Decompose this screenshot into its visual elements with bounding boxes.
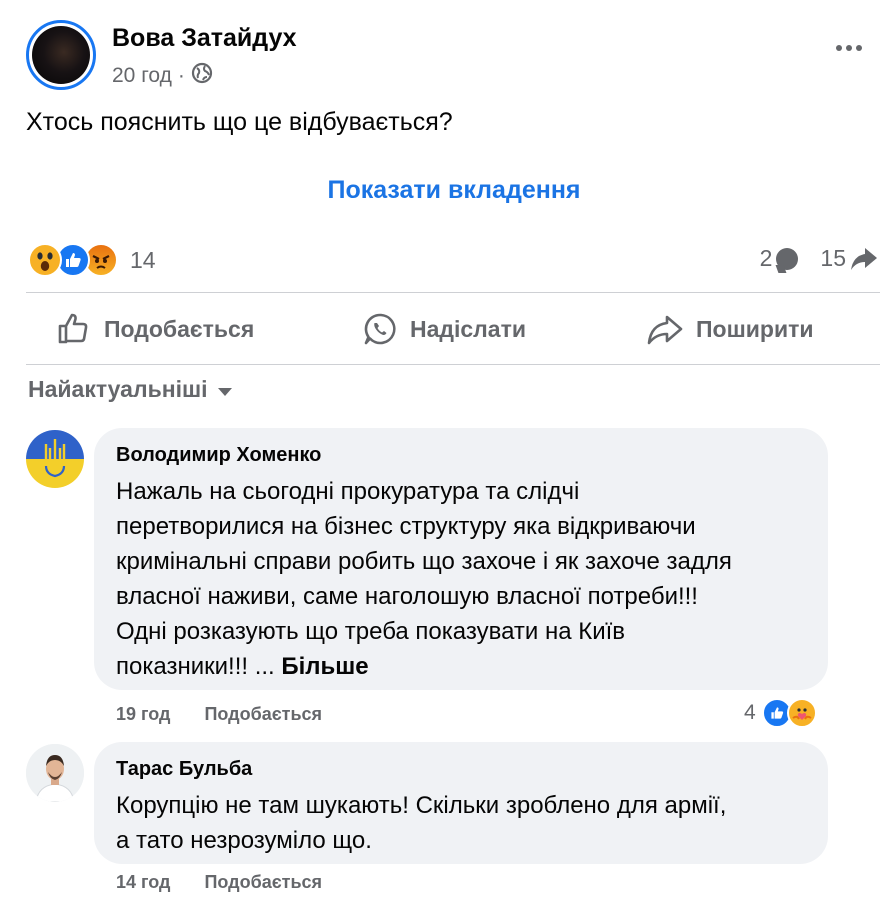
globe-icon — [191, 62, 213, 90]
comment-author[interactable]: Володимир Хоменко — [116, 444, 321, 467]
post-text: Хтось пояснить що це відбувається? — [26, 108, 453, 136]
care-icon — [786, 698, 817, 728]
like-label: Подобається — [104, 315, 255, 342]
divider — [26, 364, 880, 365]
comment-meta: 19 год Подобається — [116, 704, 322, 725]
post-meta: 20 год · — [112, 62, 213, 90]
share-label: Поширити — [696, 315, 814, 342]
caret-down-icon — [217, 387, 232, 396]
comment-line: а тато незрозуміло що. — [116, 827, 372, 854]
send-label: Надіслати — [410, 315, 526, 342]
comment-line: Корупцію не там шукають! Скільки зроблен… — [116, 792, 727, 819]
shares-count[interactable]: 15 — [820, 245, 846, 272]
meta-separator: · — [177, 64, 185, 87]
comment-sort-dropdown[interactable]: Найактуальніші — [28, 376, 232, 403]
divider — [26, 292, 880, 293]
reactions-summary[interactable]: 14 — [28, 243, 156, 277]
reactions-count: 14 — [130, 246, 156, 273]
wow-icon — [28, 243, 62, 277]
comment-author[interactable]: Тарас Бульба — [116, 758, 252, 781]
share-arrow-icon — [850, 246, 878, 272]
send-button[interactable]: Надіслати — [362, 308, 526, 350]
thumbs-up-icon — [56, 311, 92, 347]
comment-text: Корупцію не там шукають! Скільки зроблен… — [116, 788, 816, 858]
comment-line: кримінальні справи робить що захоче і як… — [116, 548, 732, 575]
comment-avatar[interactable] — [26, 744, 84, 802]
author-name[interactable]: Вова Затайдух — [112, 24, 297, 53]
like-button[interactable]: Подобається — [56, 308, 254, 350]
comment-like-button[interactable]: Подобається — [204, 704, 322, 725]
comment-line: показники!!! ... — [116, 653, 275, 680]
comment-line: Нажаль на сьогодні прокуратура та слідчі — [116, 478, 580, 505]
show-attachment-link[interactable]: Показати вкладення — [0, 176, 888, 205]
more-options-icon[interactable] — [832, 36, 866, 60]
comment-line: перетворилися на бізнес структуру яка ві… — [116, 513, 696, 540]
comments-count[interactable]: 2 — [760, 245, 773, 272]
comment-meta: 14 год Подобається — [116, 872, 322, 893]
comment-text: Нажаль на сьогодні прокуратура та слідчі… — [116, 474, 816, 684]
share-button[interactable]: Поширити — [646, 308, 813, 350]
post-stats: 2 15 — [760, 245, 878, 272]
comment-reaction-count: 4 — [744, 701, 756, 724]
sort-label: Найактуальніші — [28, 376, 208, 402]
whatsapp-icon — [362, 311, 398, 347]
comment-avatar[interactable] — [26, 430, 84, 488]
comment-bubble-icon — [776, 247, 799, 270]
comment-reactions[interactable]: 4 — [744, 698, 817, 728]
share-icon — [646, 311, 684, 347]
comment-time[interactable]: 19 год — [116, 704, 170, 725]
author-avatar[interactable] — [26, 20, 96, 90]
comment-like-button[interactable]: Подобається — [204, 872, 322, 893]
comment-line: власної наживи, саме наголошую власної п… — [116, 583, 698, 610]
comment-line: Одні розказують що треба показувати на К… — [116, 618, 626, 645]
comment-time[interactable]: 14 год — [116, 872, 170, 893]
see-more-link[interactable]: Більше — [281, 653, 368, 680]
post-time[interactable]: 20 год — [112, 64, 172, 88]
